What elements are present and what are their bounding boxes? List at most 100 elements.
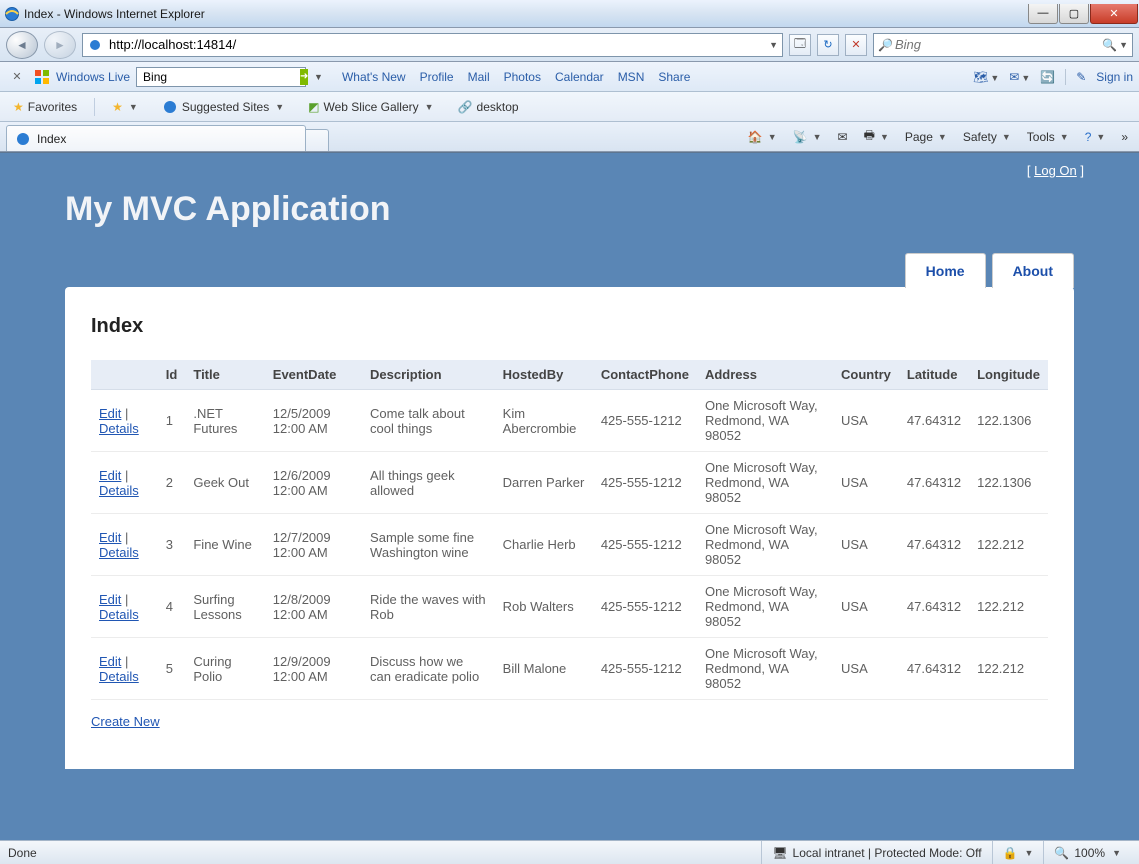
wl-search-input[interactable] <box>141 69 300 85</box>
cell-eventdate: 12/5/2009 12:00 AM <box>265 390 362 452</box>
details-link[interactable]: Details <box>99 669 139 684</box>
table-row: Edit | Details1.NET Futures12/5/2009 12:… <box>91 390 1048 452</box>
zoom-control[interactable]: 🔍 100% ▼ <box>1043 841 1131 864</box>
browser-tab[interactable]: Index <box>6 125 306 151</box>
cell-lng: 122.212 <box>969 514 1048 576</box>
edit-link[interactable]: Edit <box>99 654 121 669</box>
zoom-icon: 🔍 <box>1054 846 1069 860</box>
wl-sync-button[interactable]: 🔄 <box>1040 70 1055 84</box>
sign-in-link[interactable]: Sign in <box>1096 70 1133 84</box>
cell-country: USA <box>833 452 899 514</box>
refresh-button[interactable]: ↻ <box>817 34 839 56</box>
forward-button[interactable]: ► <box>44 31 76 59</box>
minimize-button[interactable]: — <box>1028 4 1058 24</box>
url-input[interactable] <box>107 36 763 53</box>
logon-link[interactable]: Log On <box>1034 163 1077 178</box>
help-button[interactable]: ?▼ <box>1080 127 1111 147</box>
wl-map-button[interactable]: 🗺▼ <box>973 70 999 84</box>
wl-link-photos[interactable]: Photos <box>504 70 541 84</box>
wl-link-what-s-new[interactable]: What's New <box>342 70 406 84</box>
page-menu[interactable]: Page▼ <box>900 127 952 147</box>
wl-link-share[interactable]: Share <box>658 70 690 84</box>
cell-country: USA <box>833 390 899 452</box>
tools-menu[interactable]: Tools▼ <box>1022 127 1074 147</box>
cell-address: One Microsoft Way, Redmond, WA 98052 <box>697 576 833 638</box>
cell-phone: 425-555-1212 <box>593 576 697 638</box>
maximize-button[interactable]: ▢ <box>1059 4 1089 24</box>
cell-title: Geek Out <box>185 452 264 514</box>
details-link[interactable]: Details <box>99 545 139 560</box>
search-input[interactable] <box>893 36 1102 53</box>
wl-search-box[interactable]: ➜ <box>136 67 306 87</box>
new-tab-button[interactable] <box>305 129 329 151</box>
suggested-sites-button[interactable]: Suggested Sites ▼ <box>155 95 291 119</box>
edit-link[interactable]: Edit <box>99 406 121 421</box>
add-favorite-button[interactable]: ★ ▼ <box>105 96 145 118</box>
chevron-down-icon: ▼ <box>275 102 284 112</box>
compat-view-button[interactable]: 🗔 <box>789 34 811 56</box>
edit-link[interactable]: Edit <box>99 468 121 483</box>
browser-viewport: [ Log On ] My MVC Application Home About… <box>0 152 1139 840</box>
suggested-sites-label: Suggested Sites <box>182 100 269 114</box>
zoom-value: 100% <box>1074 846 1105 860</box>
app-title: My MVC Application <box>65 190 1139 229</box>
back-button[interactable]: ◄ <box>6 31 38 59</box>
cell-eventdate: 12/9/2009 12:00 AM <box>265 638 362 700</box>
home-button[interactable]: 🏠▼ <box>743 127 782 147</box>
wl-search-go-icon[interactable]: ➜ <box>300 69 308 85</box>
cell-country: USA <box>833 514 899 576</box>
bing-icon: 🔎 <box>878 38 893 52</box>
details-link[interactable]: Details <box>99 607 139 622</box>
address-dropdown-icon[interactable]: ▼ <box>769 40 778 50</box>
nav-about[interactable]: About <box>992 253 1074 288</box>
wl-search-dropdown-icon[interactable]: ▼ <box>314 72 323 82</box>
security-zone[interactable]: 🖥 Local intranet | Protected Mode: Off <box>761 841 991 864</box>
search-provider-dropdown-icon[interactable]: ▼ <box>1119 40 1128 50</box>
edit-link[interactable]: Edit <box>99 530 121 545</box>
zone-label: Local intranet | Protected Mode: Off <box>793 846 982 860</box>
zoom-dropdown-icon: ▼ <box>1112 848 1121 858</box>
favorites-label: Favorites <box>28 100 77 114</box>
navigation-bar: ◄ ► ▼ 🗔 ↻ ✕ 🔎 🔍 ▼ <box>0 28 1139 62</box>
windows-live-brand[interactable]: Windows Live <box>56 70 130 84</box>
nav-home[interactable]: Home <box>905 253 986 288</box>
details-link[interactable]: Details <box>99 483 139 498</box>
protected-mode-button[interactable]: 🔒▼ <box>992 841 1044 864</box>
star-add-icon: ★ <box>112 100 123 114</box>
col-country: Country <box>833 360 899 390</box>
wl-link-profile[interactable]: Profile <box>420 70 454 84</box>
expand-toolbar-icon[interactable]: » <box>1116 127 1133 147</box>
desktop-shortcut[interactable]: 🔗 desktop <box>451 96 526 118</box>
table-header-row: IdTitleEventDateDescriptionHostedByConta… <box>91 360 1048 390</box>
feeds-button[interactable]: 📡▼ <box>788 127 827 147</box>
print-button[interactable]: 🖶▼ <box>859 123 894 150</box>
wl-mail-button[interactable]: ✉▼ <box>1009 70 1030 84</box>
cell-phone: 425-555-1212 <box>593 514 697 576</box>
logon-area: [ Log On ] <box>0 153 1139 178</box>
address-bar[interactable]: ▼ <box>82 33 783 57</box>
cell-address: One Microsoft Way, Redmond, WA 98052 <box>697 390 833 452</box>
table-row: Edit | Details3Fine Wine12/7/2009 12:00 … <box>91 514 1048 576</box>
cell-id: 5 <box>158 638 186 700</box>
close-toolbar-button[interactable]: ✕ <box>6 66 28 88</box>
wl-edit-button[interactable]: ✎ <box>1076 70 1086 84</box>
details-link[interactable]: Details <box>99 421 139 436</box>
search-box[interactable]: 🔎 🔍 ▼ <box>873 33 1133 57</box>
search-go-icon[interactable]: 🔍 <box>1102 38 1117 52</box>
edit-link[interactable]: Edit <box>99 592 121 607</box>
stop-button[interactable]: ✕ <box>845 34 867 56</box>
favorites-button[interactable]: ★ Favorites <box>6 96 84 118</box>
wl-link-msn[interactable]: MSN <box>618 70 645 84</box>
close-button[interactable]: ✕ <box>1090 4 1138 24</box>
star-icon: ★ <box>13 100 24 114</box>
safety-menu[interactable]: Safety▼ <box>958 127 1016 147</box>
cell-phone: 425-555-1212 <box>593 452 697 514</box>
web-slice-button[interactable]: ◩ Web Slice Gallery ▼ <box>301 96 440 118</box>
cell-description: Discuss how we can eradicate polio <box>362 638 495 700</box>
create-new-link[interactable]: Create New <box>91 714 160 729</box>
cell-id: 3 <box>158 514 186 576</box>
read-mail-button[interactable]: ✉ <box>833 127 853 147</box>
wl-link-calendar[interactable]: Calendar <box>555 70 604 84</box>
wl-link-mail[interactable]: Mail <box>468 70 490 84</box>
desktop-label: desktop <box>477 100 519 114</box>
